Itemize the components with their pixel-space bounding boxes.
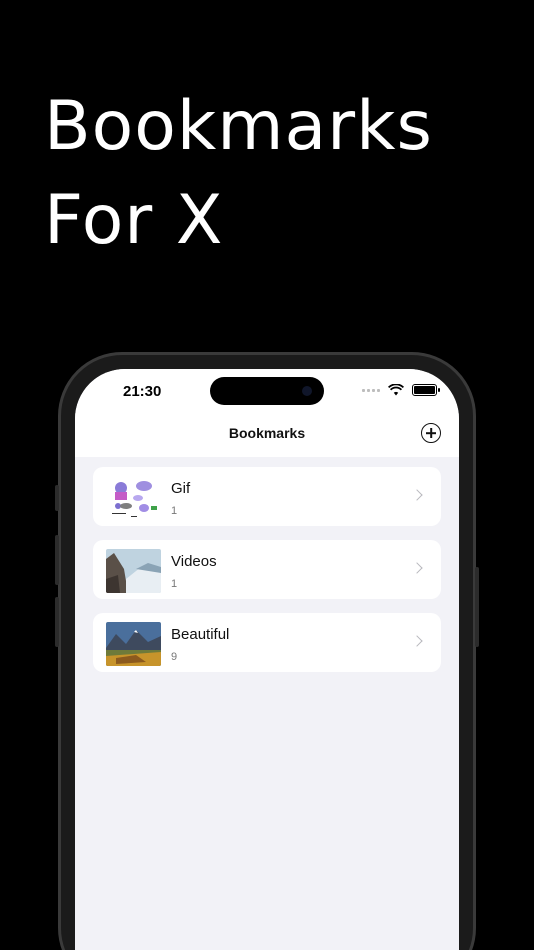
page-title: Bookmarks [228,425,306,441]
collection-list: Gif 1 Videos 1 Beautiful 9 [93,467,441,686]
collection-item-gif[interactable]: Gif 1 [93,467,441,526]
collection-count: 9 [171,651,178,663]
gif-thumbnail [106,476,161,520]
promo-line-2: For X [44,181,224,260]
status-bar: 21:30 [75,369,459,419]
cellular-signal-icon [362,388,380,392]
collection-item-beautiful[interactable]: Beautiful 9 [93,613,441,672]
add-collection-button[interactable] [421,423,441,443]
battery-icon [412,384,440,396]
collection-title: Gif [171,480,191,497]
side-button-volume-up [55,535,59,585]
collection-item-videos[interactable]: Videos 1 [93,540,441,599]
videos-thumbnail [106,549,161,593]
side-button-action [55,485,59,511]
status-time: 21:30 [123,383,162,400]
promo-headline: Bookmarks For X [44,80,433,268]
side-button-power [475,567,479,647]
collection-count: 1 [171,505,178,517]
navigation-bar: Bookmarks [75,419,459,457]
promo-line-1: Bookmarks [44,87,433,166]
chevron-right-icon [411,489,423,501]
wifi-icon [388,384,404,396]
camera-icon [302,386,312,396]
dynamic-island [210,377,324,405]
chevron-right-icon [411,562,423,574]
collection-title: Beautiful [171,626,230,643]
side-button-volume-down [55,597,59,647]
phone-screen: 21:30 Bookmarks Gif 1 Videos 1 Beautiful… [75,369,459,950]
status-icons [362,384,440,396]
beautiful-thumbnail [106,622,161,666]
collection-count: 1 [171,578,178,590]
phone-frame: 21:30 Bookmarks Gif 1 Videos 1 Beautiful… [55,352,479,950]
chevron-right-icon [411,635,423,647]
collection-title: Videos [171,553,217,570]
